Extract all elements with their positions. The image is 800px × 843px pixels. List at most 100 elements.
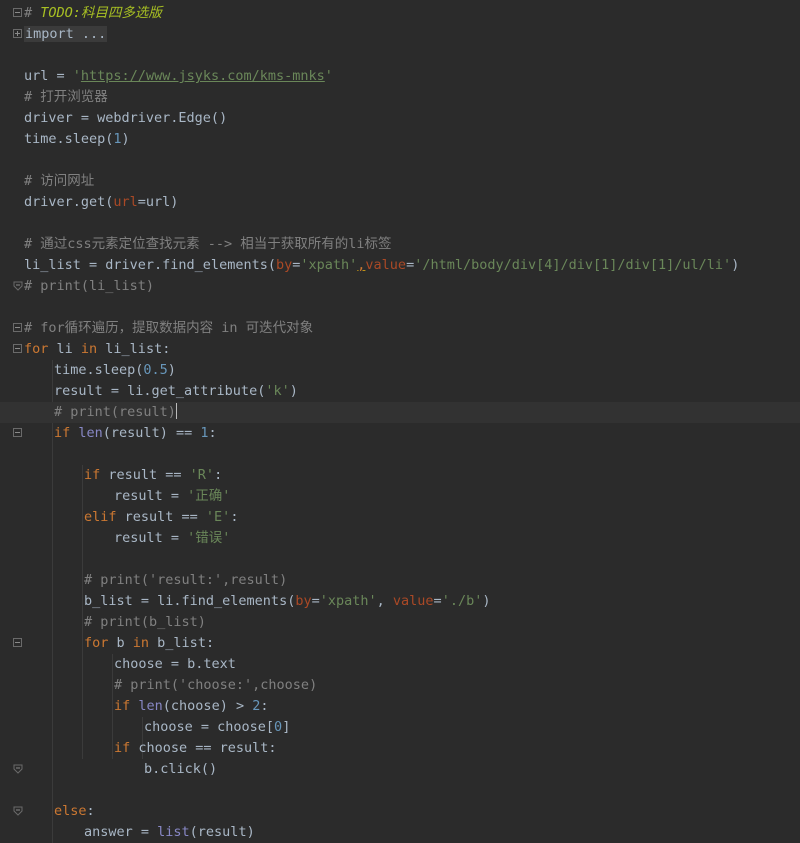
code-line[interactable]: [0, 213, 800, 234]
code-line[interactable]: url = 'https://www.jsyks.com/kms-mnks': [0, 66, 800, 87]
code-text: for b in b_list:: [84, 633, 214, 654]
code-token: # 访问网址: [24, 173, 95, 189]
fold-collapse-icon[interactable]: [13, 323, 22, 332]
code-token: result =: [114, 488, 188, 504]
code-line[interactable]: [0, 444, 800, 465]
code-text: result = '正确': [114, 486, 230, 507]
code-line[interactable]: # print(li_list): [0, 276, 800, 297]
code-text: else:: [54, 801, 95, 822]
code-line[interactable]: for li in li_list:: [0, 339, 800, 360]
code-editor[interactable]: # TODO:科目四多选版 import ... url = 'https://ww…: [0, 0, 800, 843]
code-token: result =: [114, 530, 188, 546]
code-token: b_list:: [149, 635, 215, 651]
code-token: # print(b_list): [84, 614, 206, 630]
code-line[interactable]: result = '正确': [0, 486, 800, 507]
code-token: :: [214, 467, 223, 483]
code-line[interactable]: b_list = li.find_elements(by='xpath', va…: [0, 591, 800, 612]
code-token: =: [406, 257, 415, 273]
code-text: time.sleep(0.5): [54, 360, 176, 381]
fold-collapse-icon[interactable]: [13, 8, 22, 17]
code-token: ): [482, 593, 491, 609]
code-token: TODO:科目四多选版: [40, 5, 162, 21]
code-token: './b': [441, 593, 483, 609]
code-line[interactable]: for b in b_list:: [0, 633, 800, 654]
code-line[interactable]: if len(result) == 1:: [0, 423, 800, 444]
code-line[interactable]: [0, 45, 800, 66]
code-line[interactable]: # 通过css元素定位查找元素 --> 相当于获取所有的li标签: [0, 234, 800, 255]
fold-end-icon[interactable]: [13, 764, 23, 774]
code-line[interactable]: [0, 297, 800, 318]
code-text: b.click(): [144, 759, 217, 780]
code-line[interactable]: driver.get(url=url): [0, 192, 800, 213]
fold-collapse-icon[interactable]: [13, 638, 22, 647]
code-token: choose = choose[: [144, 719, 275, 735]
code-token: # print('result:',result): [84, 572, 288, 588]
code-token: url =: [24, 68, 73, 84]
code-token: https://www.jsyks.com/kms-mnks: [80, 68, 325, 84]
code-line[interactable]: result = li.get_attribute('k'): [0, 381, 800, 402]
code-token: ): [167, 362, 176, 378]
code-token: for: [84, 635, 109, 651]
code-token: # print(result): [54, 404, 176, 420]
code-line[interactable]: # 访问网址: [0, 171, 800, 192]
code-line[interactable]: import ...: [0, 24, 800, 45]
fold-collapse-icon[interactable]: [13, 428, 22, 437]
code-line[interactable]: [0, 549, 800, 570]
code-token: 'R': [189, 467, 215, 483]
code-line[interactable]: else:: [0, 801, 800, 822]
code-line[interactable]: # 打开浏览器: [0, 87, 800, 108]
code-token: b.click(): [144, 761, 218, 777]
code-line[interactable]: driver = webdriver.Edge(): [0, 108, 800, 129]
code-token: ): [121, 131, 130, 147]
code-token: 1: [113, 131, 122, 147]
code-token: 'xpath': [300, 257, 358, 273]
code-token: =: [311, 593, 320, 609]
code-line[interactable]: li_list = driver.find_elements(by = 'xpath…: [0, 255, 800, 276]
code-line[interactable]: if choose == result:: [0, 738, 800, 759]
code-token: :: [260, 698, 269, 714]
code-line[interactable]: result = '错误': [0, 528, 800, 549]
code-token: result ==: [116, 509, 206, 525]
fold-collapse-icon[interactable]: [13, 344, 22, 353]
code-token: (result): [189, 824, 255, 840]
code-text: import ...: [24, 24, 108, 45]
code-line[interactable]: # print('result:',result): [0, 570, 800, 591]
fold-end-icon[interactable]: [13, 806, 23, 816]
code-token: 'E': [205, 509, 231, 525]
code-line[interactable]: elif result == 'E':: [0, 507, 800, 528]
code-text: driver = webdriver.Edge(): [24, 108, 227, 129]
code-text: # print('result:',result): [84, 570, 287, 591]
code-line[interactable]: # print('choose:',choose): [0, 675, 800, 696]
code-token: li_list:: [97, 341, 171, 357]
code-text: if result == 'R':: [84, 465, 222, 486]
code-line[interactable]: choose = choose[0]: [0, 717, 800, 738]
code-line[interactable]: [0, 150, 800, 171]
code-token: =url): [137, 194, 179, 210]
code-line[interactable]: time.sleep(1): [0, 129, 800, 150]
code-line[interactable]: # TODO:科目四多选版: [0, 3, 800, 24]
code-token: # 打开浏览器: [24, 89, 108, 105]
code-token: url: [113, 194, 138, 210]
code-line[interactable]: # print(result): [0, 402, 800, 423]
code-line[interactable]: choose = b.text: [0, 654, 800, 675]
code-line[interactable]: [0, 780, 800, 801]
code-token: ': [324, 68, 333, 84]
code-token: ,: [376, 593, 393, 609]
code-line[interactable]: # for循环遍历，提取数据内容 in 可迭代对象: [0, 318, 800, 339]
code-line[interactable]: time.sleep(0.5): [0, 360, 800, 381]
code-token: for: [24, 341, 49, 357]
code-line[interactable]: # print(b_list): [0, 612, 800, 633]
code-token: # print('choose:',choose): [114, 677, 318, 693]
code-text: if choose == result:: [114, 738, 277, 759]
code-token: time.sleep(: [54, 362, 144, 378]
code-line[interactable]: if len(choose) > 2:: [0, 696, 800, 717]
code-token: 'k': [265, 383, 290, 399]
code-line[interactable]: b.click(): [0, 759, 800, 780]
text-caret: [175, 403, 177, 419]
code-line[interactable]: if result == 'R':: [0, 465, 800, 486]
code-token: list: [157, 824, 190, 840]
fold-expand-icon[interactable]: [13, 29, 22, 38]
code-text: if len(choose) > 2:: [114, 696, 268, 717]
code-text: driver.get(url=url): [24, 192, 178, 213]
fold-end-icon[interactable]: [13, 281, 23, 291]
